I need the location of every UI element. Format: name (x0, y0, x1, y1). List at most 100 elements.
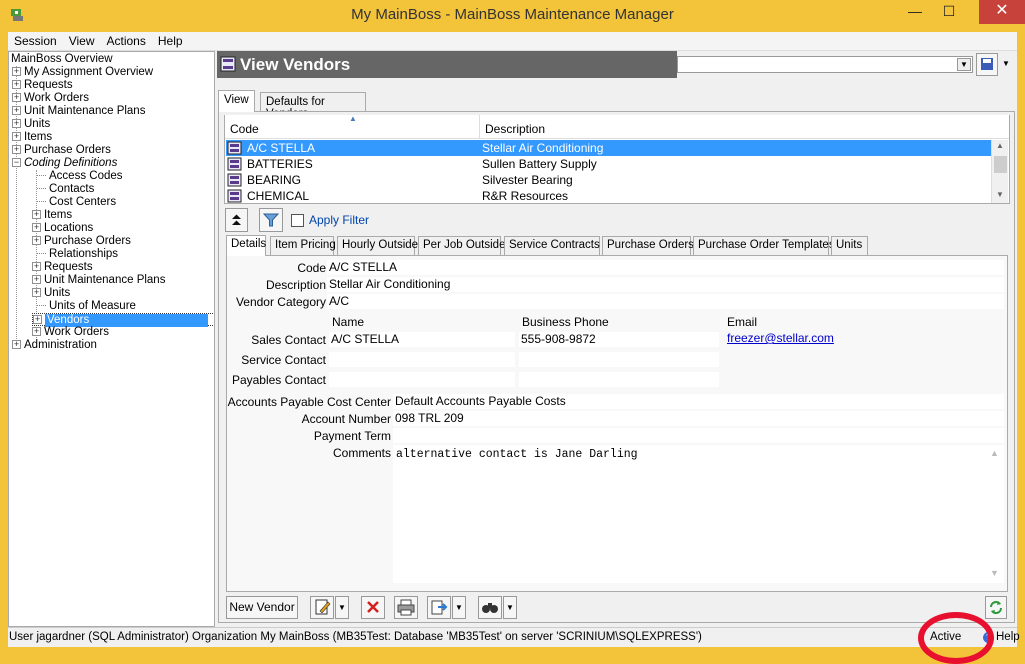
chevron-down-icon[interactable]: ▼ (999, 53, 1013, 76)
tree-item-my-assignment-overview[interactable]: + My Assignment Overview (12, 66, 153, 79)
tree-item-access-codes[interactable]: Access Codes (37, 170, 123, 183)
tree-item-coding-requests[interactable]: + Requests (32, 261, 93, 274)
service-contact-phone-field[interactable] (519, 352, 719, 367)
expand-icon[interactable]: + (12, 119, 21, 129)
list-row[interactable]: A/C STELLA Stellar Air Conditioning (226, 140, 991, 156)
tree-item-coding-items[interactable]: + Items (32, 209, 72, 222)
list-row[interactable]: CHEMICAL R&R Resources (226, 188, 991, 204)
chevron-down-icon[interactable]: ▼ (335, 596, 349, 619)
apply-filter-checkbox[interactable] (291, 214, 304, 227)
tab-details[interactable]: Details (226, 235, 266, 256)
tree-item-units[interactable]: + Units (12, 118, 50, 131)
menu-help[interactable]: Help (152, 32, 189, 50)
tab-item-pricing[interactable]: Item Pricing (270, 236, 336, 255)
save-view-button[interactable] (976, 53, 998, 76)
delete-button[interactable] (361, 596, 385, 619)
expand-icon[interactable]: + (32, 275, 41, 285)
column-header-description[interactable]: Description (485, 122, 545, 136)
expand-icon[interactable]: + (32, 223, 41, 233)
expand-icon[interactable]: + (32, 262, 41, 272)
tree-item-items[interactable]: + Items (12, 131, 52, 144)
tab-per-job-outside[interactable]: Per Job Outside (418, 236, 505, 255)
tree-item-coding-units[interactable]: + Units (32, 287, 70, 300)
account-number-field[interactable]: 098 TRL 209 (393, 411, 1004, 426)
chevron-down-icon[interactable]: ▼ (503, 596, 517, 619)
tree-item-coding-definitions[interactable]: − Coding Definitions (12, 157, 117, 170)
collapse-icon[interactable]: − (12, 158, 21, 168)
expand-icon[interactable]: + (12, 93, 21, 103)
expand-icon[interactable]: + (12, 106, 21, 116)
list-row[interactable]: BEARING Silvester Bearing (226, 172, 991, 188)
payment-term-field[interactable] (393, 428, 1004, 443)
menu-actions[interactable]: Actions (101, 32, 152, 50)
tree-item-unit-maintenance-plans[interactable]: + Unit Maintenance Plans (12, 105, 145, 118)
export-button[interactable] (427, 596, 451, 619)
tree-item-coding-purchase-orders[interactable]: + Purchase Orders (32, 235, 131, 248)
menu-view[interactable]: View (63, 32, 101, 50)
new-vendor-button[interactable]: New Vendor (226, 596, 298, 619)
code-field[interactable]: A/C STELLA (327, 260, 1004, 275)
tab-hourly-outside[interactable]: Hourly Outside (337, 236, 418, 255)
search-button[interactable] (478, 596, 502, 619)
tree-item-cost-centers[interactable]: Cost Centers (37, 196, 116, 209)
tree-item-administration[interactable]: + Administration (12, 339, 97, 352)
column-header-code[interactable]: Code (230, 122, 259, 136)
tree-item-coding-work-orders[interactable]: + Work Orders (32, 326, 109, 339)
tab-purchase-orders[interactable]: Purchase Orders (602, 236, 694, 255)
collapse-list-button[interactable] (225, 208, 248, 232)
print-button[interactable] (394, 596, 418, 619)
comments-field[interactable]: alternative contact is Jane Darling (393, 445, 1004, 583)
view-selector-combo[interactable]: ▼ (677, 56, 973, 73)
menu-session[interactable]: Session (8, 32, 63, 50)
tree-item-locations[interactable]: + Locations (32, 222, 93, 235)
vendor-category-field[interactable]: A/C (327, 294, 1004, 309)
tab-purchase-order-templates[interactable]: Purchase Order Templates (693, 236, 835, 255)
tree-item-work-orders[interactable]: + Work Orders (12, 92, 89, 105)
refresh-button[interactable] (985, 596, 1007, 619)
scroll-down-icon[interactable]: ▼ (996, 190, 1004, 199)
scroll-up-icon[interactable]: ▲ (990, 448, 999, 458)
description-field[interactable]: Stellar Air Conditioning (327, 277, 1004, 292)
tree-item-relationships[interactable]: Relationships (37, 248, 118, 261)
chevron-down-icon[interactable]: ▼ (452, 596, 466, 619)
tab-units[interactable]: Units (831, 236, 868, 255)
tab-view[interactable]: View (218, 90, 255, 112)
expand-icon[interactable]: + (12, 145, 21, 155)
payables-contact-name-field[interactable] (329, 372, 515, 387)
chevron-down-icon[interactable]: ▼ (957, 58, 971, 71)
tree-item-units-of-measure[interactable]: Units of Measure (37, 300, 136, 313)
expand-icon[interactable]: + (12, 132, 21, 142)
tree-item-purchase-orders[interactable]: + Purchase Orders (12, 144, 111, 157)
sales-contact-email-link[interactable]: freezer@stellar.com (727, 331, 834, 345)
tree-item-contacts[interactable]: Contacts (37, 183, 94, 196)
expand-icon[interactable]: + (12, 340, 21, 350)
sales-contact-name-field[interactable]: A/C STELLA (329, 332, 515, 347)
tree-item-vendors[interactable]: + Vendors (32, 313, 214, 327)
expand-icon[interactable]: + (32, 236, 41, 246)
tab-service-contracts[interactable]: Service Contracts (504, 236, 600, 255)
expand-icon[interactable]: + (12, 80, 21, 90)
scroll-up-icon[interactable]: ▲ (996, 141, 1004, 150)
tree-item-coding-unit-maintenance-plans[interactable]: + Unit Maintenance Plans (32, 274, 165, 287)
payables-contact-phone-field[interactable] (519, 372, 719, 387)
scroll-down-icon[interactable]: ▼ (990, 568, 999, 578)
tab-defaults-for-vendors[interactable]: Defaults for Vendors (260, 92, 366, 120)
expand-icon[interactable]: + (33, 315, 42, 325)
filter-button[interactable] (259, 208, 283, 232)
expand-icon[interactable]: + (32, 210, 41, 220)
sales-contact-phone-field[interactable]: 555-908-9872 (519, 332, 719, 347)
apply-filter-label[interactable]: Apply Filter (309, 213, 369, 227)
service-contact-name-field[interactable] (329, 352, 515, 367)
tree-item-requests[interactable]: + Requests (12, 79, 73, 92)
list-row[interactable]: BATTERIES Sullen Battery Supply (226, 156, 991, 172)
maximize-button[interactable]: ☐ (929, 0, 969, 24)
close-button[interactable]: ✕ (979, 0, 1025, 24)
ap-cost-center-field[interactable]: Default Accounts Payable Costs (393, 394, 1004, 409)
list-scrollbar[interactable]: ▲ ▼ (991, 140, 1008, 203)
expand-icon[interactable]: + (32, 288, 41, 298)
expand-icon[interactable]: + (12, 67, 21, 77)
status-help[interactable]: Help (996, 631, 1020, 643)
tree-item-mainboss-overview[interactable]: MainBoss Overview (11, 53, 113, 66)
expand-icon[interactable]: + (32, 327, 41, 337)
edit-button[interactable] (310, 596, 334, 619)
